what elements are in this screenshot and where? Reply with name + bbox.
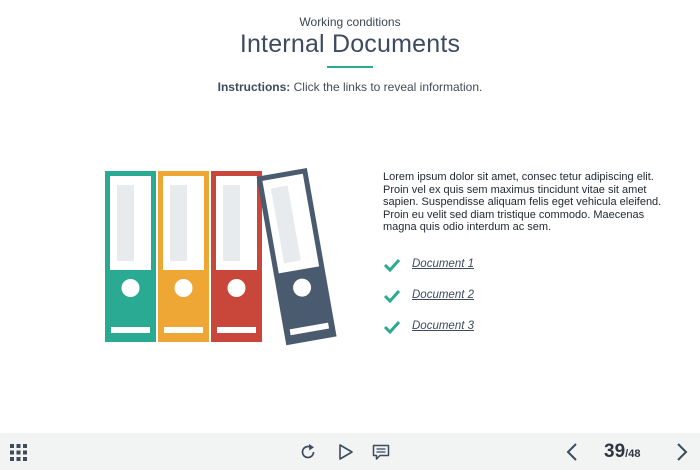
binder-red — [211, 171, 262, 342]
total-pages: /48 — [625, 448, 641, 460]
document-item-2[interactable]: Document 2 — [383, 287, 474, 318]
current-page: 39 — [604, 441, 626, 462]
document-link-3[interactable]: Document 3 — [412, 320, 474, 332]
binder-green — [105, 171, 156, 342]
checkmark-icon — [383, 258, 401, 272]
instructions-text: Click the links to reveal information. — [293, 80, 483, 94]
grid-menu-icon[interactable] — [10, 444, 27, 461]
replay-icon[interactable] — [299, 443, 317, 461]
page-counter: 39/48 — [604, 441, 640, 463]
checkmark-icon — [383, 289, 401, 303]
slide-title: Internal Documents — [239, 30, 461, 58]
slide-subtitle: Working conditions — [299, 15, 401, 29]
binder-yellow — [158, 171, 209, 342]
document-item-1[interactable]: Document 1 — [383, 256, 474, 287]
instructions: Instructions: Click the links to reveal … — [0, 80, 700, 94]
next-icon[interactable] — [675, 442, 689, 462]
binders-illustration — [105, 167, 337, 346]
document-link-1[interactable]: Document 1 — [412, 258, 474, 270]
document-link-2[interactable]: Document 2 — [412, 289, 474, 301]
player-toolbar: 39/48 — [0, 433, 700, 470]
instructions-label: Instructions: — [217, 80, 291, 94]
comment-icon[interactable] — [372, 444, 390, 461]
play-icon[interactable] — [338, 444, 354, 460]
prev-icon[interactable] — [565, 442, 579, 462]
title-underline — [327, 66, 373, 68]
body-paragraph: Lorem ipsum dolor sit amet, consec tetur… — [383, 171, 662, 233]
document-item-3[interactable]: Document 3 — [383, 318, 474, 349]
slide: Working conditions Internal Documents In… — [0, 0, 700, 433]
binder-dark-tilted — [256, 167, 337, 346]
checkmark-icon — [383, 320, 401, 334]
document-list: Document 1 Document 2 Document 3 — [383, 256, 474, 349]
